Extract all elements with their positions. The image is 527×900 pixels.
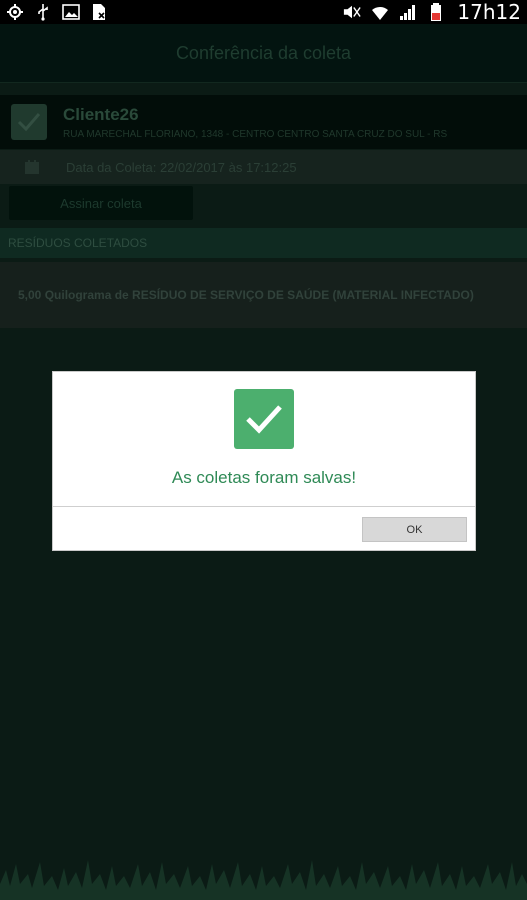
mute-icon [343, 3, 362, 21]
section-title: RESÍDUOS COLETADOS [8, 236, 148, 250]
grass-decoration [0, 860, 527, 900]
page-title: Conferência da coleta [175, 42, 352, 63]
checkmark-icon [11, 104, 47, 140]
status-bar: 17h12 [0, 0, 527, 24]
check-icon [234, 389, 294, 449]
status-bar-right: 17h12 [343, 0, 521, 24]
wifi-icon [371, 3, 389, 21]
dialog-divider [53, 506, 475, 507]
battery-icon [427, 3, 445, 21]
client-name: Cliente26 [63, 104, 139, 124]
gps-icon [6, 3, 24, 21]
assign-collection-button[interactable]: Assinar coleta [9, 186, 193, 220]
client-card[interactable]: Cliente26 RUA MARECHAL FLORIANO, 1348 - … [0, 95, 527, 149]
collection-date-row: Data da Coleta: 22/02/2017 às 17:12:25 [0, 150, 527, 184]
calendar-icon [24, 159, 40, 175]
ok-button[interactable]: OK [362, 517, 467, 542]
dialog-message: As coletas foram salvas! [171, 468, 357, 487]
success-dialog: As coletas foram salvas! OK [53, 372, 475, 550]
status-bar-left [6, 3, 108, 21]
client-address: RUA MARECHAL FLORIANO, 1348 - CENTRO CEN… [63, 128, 448, 140]
status-time: 17h12 [457, 0, 521, 24]
collection-date: Data da Coleta: 22/02/2017 às 17:12:25 [66, 159, 297, 175]
document-icon [90, 3, 108, 21]
list-item[interactable]: 5,00 Quilograma de RESÍDUO DE SERVIÇO DE… [0, 262, 527, 328]
residues-section-header: RESÍDUOS COLETADOS [0, 228, 527, 258]
signal-icon [399, 3, 417, 21]
image-icon [62, 3, 80, 21]
client-info: Cliente26 RUA MARECHAL FLORIANO, 1348 - … [63, 105, 447, 140]
toolbar: Conferência da coleta [0, 24, 527, 83]
residue-item-label: 5,00 Quilograma de RESÍDUO DE SERVIÇO DE… [18, 288, 474, 302]
usb-icon [34, 3, 52, 21]
